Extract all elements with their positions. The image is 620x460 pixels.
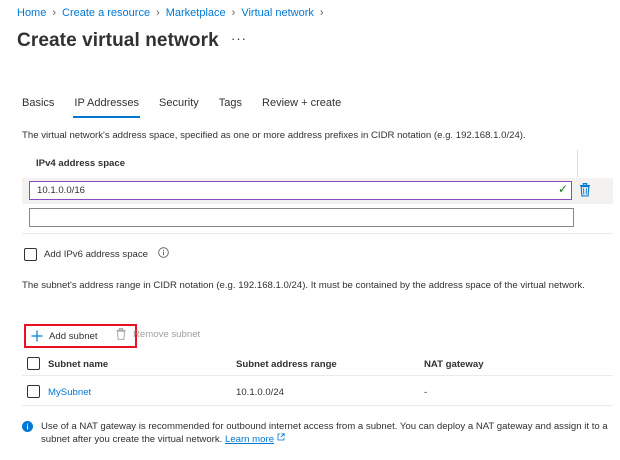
breadcrumb-marketplace[interactable]: Marketplace bbox=[166, 7, 226, 19]
row-checkbox[interactable] bbox=[27, 385, 40, 398]
info-icon bbox=[22, 421, 33, 432]
chevron-right-icon: › bbox=[231, 7, 236, 19]
column-header-subnet-name[interactable]: Subnet name bbox=[48, 359, 108, 370]
nat-gateway-note-text: Use of a NAT gateway is recommended for … bbox=[41, 421, 608, 445]
chevron-right-icon: › bbox=[52, 7, 57, 19]
subnet-address-range: 10.1.0.0/24 bbox=[236, 387, 285, 398]
tab-bar: Basics IP Addresses Security Tags Review… bbox=[22, 97, 361, 118]
checkmark-icon: ✓ bbox=[558, 182, 569, 196]
tab-ip-addresses[interactable]: IP Addresses bbox=[73, 97, 140, 118]
tab-security[interactable]: Security bbox=[159, 97, 199, 115]
info-icon[interactable] bbox=[158, 247, 169, 258]
tab-tags[interactable]: Tags bbox=[219, 97, 242, 115]
column-header-address-range[interactable]: Subnet address range bbox=[236, 359, 337, 370]
nat-gateway-note: Use of a NAT gateway is recommended for … bbox=[41, 420, 611, 446]
column-header-nat-gateway[interactable]: NAT gateway bbox=[424, 359, 484, 370]
chevron-right-icon: › bbox=[319, 7, 324, 19]
tab-review-create[interactable]: Review + create bbox=[262, 97, 341, 115]
breadcrumb-virtual-network[interactable]: Virtual network bbox=[241, 7, 314, 19]
select-all-checkbox[interactable] bbox=[27, 357, 40, 370]
divider bbox=[22, 233, 613, 234]
column-divider bbox=[577, 150, 578, 177]
learn-more-link[interactable]: Learn more bbox=[225, 434, 274, 445]
subnet-description: The subnet's address range in CIDR notat… bbox=[22, 280, 585, 291]
table-header-divider bbox=[22, 375, 613, 376]
subnet-name-link[interactable]: MySubnet bbox=[48, 387, 91, 398]
ipv4-address-input[interactable]: 10.1.0.0/16 bbox=[29, 181, 572, 200]
remove-subnet-button[interactable]: Remove subnet bbox=[116, 328, 200, 340]
ipv6-checkbox[interactable] bbox=[24, 248, 37, 261]
external-link-icon bbox=[277, 433, 285, 441]
add-icon bbox=[31, 330, 43, 342]
remove-subnet-label: Remove subnet bbox=[133, 328, 201, 340]
breadcrumb-create-resource[interactable]: Create a resource bbox=[62, 7, 150, 19]
delete-icon bbox=[116, 328, 126, 340]
table-row-divider bbox=[22, 405, 613, 406]
delete-icon[interactable] bbox=[579, 183, 591, 197]
subnet-nat-gateway: - bbox=[424, 387, 428, 398]
add-subnet-label: Add subnet bbox=[49, 330, 98, 342]
ipv4-address-input-empty[interactable] bbox=[29, 208, 574, 227]
breadcrumb: Home › Create a resource › Marketplace ›… bbox=[17, 7, 330, 19]
ipv4-column-header: IPv4 address space bbox=[36, 158, 126, 169]
ellipsis-icon[interactable]: ··· bbox=[231, 31, 247, 46]
page-title: Create virtual network bbox=[17, 30, 219, 51]
chevron-right-icon: › bbox=[156, 7, 160, 19]
ipv6-label: Add IPv6 address space bbox=[44, 249, 148, 260]
address-space-description: The virtual network's address space, spe… bbox=[22, 130, 526, 141]
breadcrumb-home[interactable]: Home bbox=[17, 7, 46, 19]
tab-basics[interactable]: Basics bbox=[22, 97, 54, 115]
